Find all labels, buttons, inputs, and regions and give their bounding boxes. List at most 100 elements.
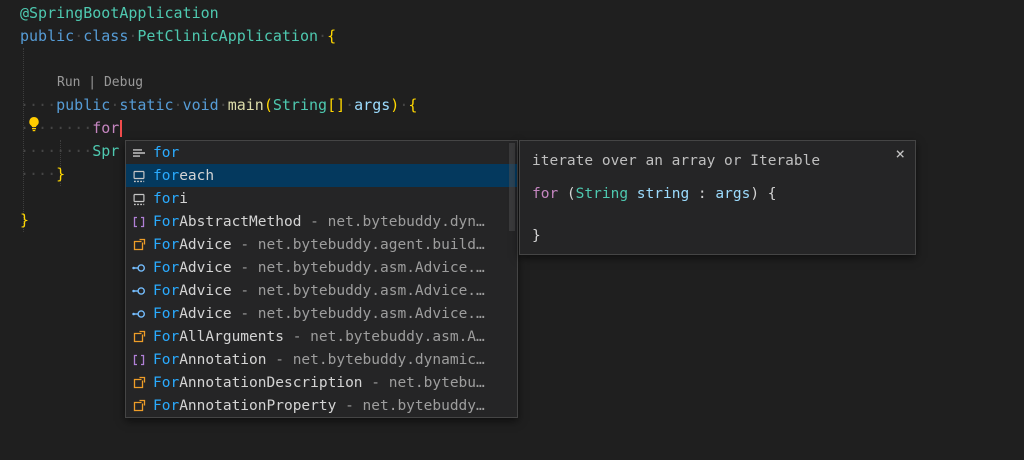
suggestion-item[interactable]: fori — [126, 187, 517, 210]
code-token: public — [56, 96, 110, 114]
suggestion-match-text: For — [153, 306, 179, 322]
code-line — [20, 48, 417, 71]
code-token: · — [399, 96, 408, 114]
suggestion-item[interactable]: ForAllArguments - net.bytebuddy.asm.A… — [126, 325, 517, 348]
code-token — [689, 186, 698, 202]
code-token: { — [327, 27, 336, 45]
code-line: public·class·PetClinicApplication·{ — [20, 25, 417, 48]
suggestion-label: ForAdvice — [153, 306, 232, 322]
code-token — [628, 186, 637, 202]
code-line: Run | Debug — [20, 71, 417, 94]
suggestion-item[interactable]: ForAdvice - net.bytebuddy.asm.Advice.… — [126, 256, 517, 279]
quickfix-lightbulb-icon[interactable] — [26, 116, 42, 132]
suggestion-item[interactable]: ForAbstractMethod - net.bytebuddy.dyn… — [126, 210, 517, 233]
reference-icon — [131, 214, 147, 230]
suggestion-detail: - net.bytebuddy.asm.Advice.… — [232, 306, 485, 322]
suggestion-rest-text: AnnotationProperty — [179, 398, 336, 414]
suggestion-rest-text: Annotation — [179, 352, 266, 368]
suggestion-detail: - net.bytebuddy.dynamic… — [267, 352, 485, 368]
suggestion-rest-text: i — [179, 191, 188, 207]
suggestion-match-text: for — [153, 168, 179, 184]
suggestion-item[interactable]: ForAnnotationProperty - net.bytebuddy… — [126, 394, 517, 417]
code-token: ···· — [20, 96, 56, 114]
suggestion-item[interactable]: foreach — [126, 164, 517, 187]
code-token: ) — [390, 96, 399, 114]
suggestion-match-text: For — [153, 214, 179, 230]
suggestion-label: for — [153, 145, 179, 161]
suggestion-detail: - net.bytebu… — [363, 375, 485, 391]
suggestion-label: ForAbstractMethod — [153, 214, 301, 230]
interface-icon — [131, 283, 147, 299]
suggestion-rest-text: Advice — [179, 237, 231, 253]
suggest-docs-panel: iterate over an array or Iterable × for … — [519, 140, 916, 255]
suggestion-item[interactable]: ForAdvice - net.bytebuddy.asm.Advice.… — [126, 302, 517, 325]
suggestion-label: foreach — [153, 168, 214, 184]
codelens-run-link[interactable]: Run — [57, 75, 80, 90]
suggestion-item[interactable]: for — [126, 141, 517, 164]
code-token: Spr — [92, 142, 119, 160]
suggestion-rest-text: AbstractMethod — [179, 214, 301, 230]
keyword-icon — [131, 145, 147, 161]
code-token: @SpringBootApplication — [20, 4, 219, 22]
code-token: ···· — [20, 165, 56, 183]
class-icon — [131, 237, 147, 253]
suggest-scrollbar[interactable] — [509, 143, 515, 231]
suggestion-label: ForAdvice — [153, 283, 232, 299]
suggestion-label: ForAdvice — [153, 237, 232, 253]
close-icon[interactable]: × — [895, 146, 905, 162]
class-icon — [131, 398, 147, 414]
suggestion-rest-text: Advice — [179, 283, 231, 299]
snippet-icon — [131, 191, 147, 207]
suggestion-item[interactable]: ForAdvice - net.bytebuddy.agent.build… — [126, 233, 517, 256]
code-token: for — [532, 186, 558, 202]
snippet-icon — [131, 168, 147, 184]
suggestion-rest-text: each — [179, 168, 214, 184]
docs-code-line: } — [532, 226, 903, 247]
code-line: ····public·static·void·main(String[]·arg… — [20, 94, 417, 117]
suggestion-item[interactable]: ForAnnotationDescription - net.bytebu… — [126, 371, 517, 394]
suggestion-label: ForAnnotationDescription — [153, 375, 363, 391]
code-token: · — [74, 27, 83, 45]
code-token: ( — [264, 96, 273, 114]
code-token: } — [532, 228, 541, 244]
codelens-separator: | — [80, 75, 103, 90]
suggestion-rest-text: AnnotationDescription — [179, 375, 362, 391]
suggestion-label: ForAllArguments — [153, 329, 284, 345]
code-token: · — [219, 96, 228, 114]
suggestion-match-text: for — [153, 191, 179, 207]
suggestion-item[interactable]: ForAnnotation - net.bytebuddy.dynamic… — [126, 348, 517, 371]
codelens-debug-link[interactable]: Debug — [104, 75, 143, 90]
code-token: { — [408, 96, 417, 114]
code-token: · — [345, 96, 354, 114]
code-line: @SpringBootApplication — [20, 2, 417, 25]
code-line: ········for — [20, 117, 417, 140]
code-token: · — [174, 96, 183, 114]
docs-code-line — [532, 205, 903, 226]
suggest-widget: forforeachforiForAbstractMethod - net.by… — [125, 140, 518, 418]
suggestion-match-text: For — [153, 375, 179, 391]
code-token: } — [20, 211, 29, 229]
code-token: string — [637, 186, 689, 202]
suggestion-detail: - net.bytebuddy.asm.Advice.… — [232, 260, 485, 276]
code-token: static — [119, 96, 173, 114]
code-token: class — [83, 27, 128, 45]
code-token: ········ — [20, 142, 92, 160]
code-token: args — [354, 96, 390, 114]
code-token: : — [698, 186, 707, 202]
suggestion-item[interactable]: ForAdvice - net.bytebuddy.asm.Advice.… — [126, 279, 517, 302]
suggestion-detail: - net.bytebuddy.dyn… — [301, 214, 484, 230]
interface-icon — [131, 306, 147, 322]
suggestion-rest-text: Advice — [179, 260, 231, 276]
code-token: · — [318, 27, 327, 45]
docs-code: for (String string : args) { } — [532, 184, 903, 247]
suggestion-match-text: For — [153, 260, 179, 276]
class-icon — [131, 375, 147, 391]
suggestion-label: ForAdvice — [153, 260, 232, 276]
suggestion-label: ForAnnotationProperty — [153, 398, 336, 414]
suggestion-detail: - net.bytebuddy.asm.A… — [284, 329, 485, 345]
suggestion-match-text: For — [153, 398, 179, 414]
class-icon — [131, 329, 147, 345]
suggestion-rest-text: AllArguments — [179, 329, 284, 345]
docs-summary: iterate over an array or Iterable — [532, 153, 820, 169]
docs-code-line: for (String string : args) { — [532, 184, 903, 205]
